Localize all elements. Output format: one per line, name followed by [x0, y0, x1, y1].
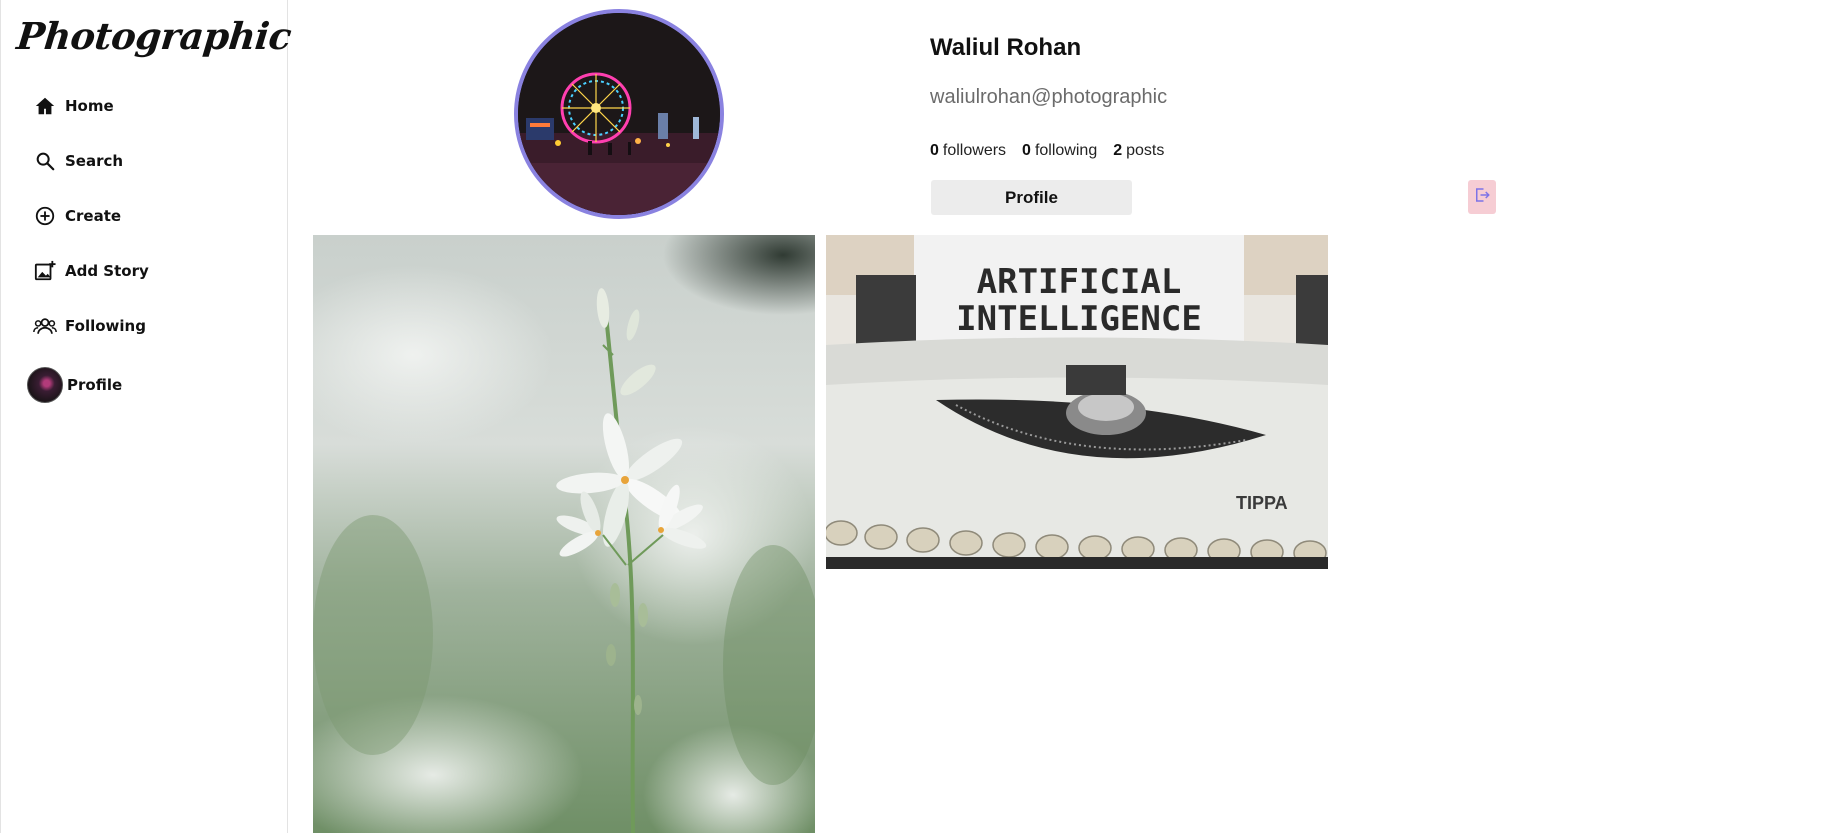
- sidebar-item-search[interactable]: Search: [33, 141, 263, 181]
- following-stat[interactable]: 0 following: [1022, 142, 1097, 160]
- sidebar-item-label: Search: [65, 152, 124, 170]
- paper-text-line2: INTELLIGENCE: [956, 299, 1202, 339]
- typewriter-brand-text: TIPPA: [1236, 493, 1288, 513]
- followers-stat[interactable]: 0 followers: [930, 142, 1006, 160]
- avatar: [27, 367, 63, 403]
- sidebar-item-label: Profile: [67, 376, 123, 394]
- posts-label: posts: [1126, 142, 1165, 159]
- home-icon: [33, 94, 57, 118]
- profile-stats: 0 followers 0 following 2 posts: [930, 142, 1164, 160]
- add-image-icon: [33, 259, 57, 283]
- sidebar-item-label: Following: [65, 317, 146, 335]
- profile-button[interactable]: Profile: [931, 180, 1132, 215]
- sidebar-item-add-story[interactable]: Add Story: [33, 251, 263, 291]
- followers-label: followers: [942, 142, 1007, 159]
- people-icon: [33, 314, 57, 338]
- profile-avatar[interactable]: [514, 9, 724, 219]
- paper-text-line1: ARTIFICIAL: [977, 262, 1182, 302]
- sidebar-item-create[interactable]: Create: [33, 196, 263, 236]
- post-thumbnail[interactable]: [313, 235, 815, 833]
- logout-button[interactable]: [1468, 180, 1496, 214]
- following-count: 0: [1022, 142, 1031, 159]
- ferris-wheel-photo: [518, 13, 720, 215]
- profile-handle: waliulrohan@photographic: [930, 86, 1168, 108]
- typewriter-photo: ARTIFICIAL INTELLIGENCE TIPPA: [826, 235, 1328, 569]
- app-logo[interactable]: Photographic: [15, 14, 293, 58]
- profile-name: Waliul Rohan: [930, 34, 1082, 61]
- followers-count: 0: [930, 142, 939, 159]
- following-label: following: [1034, 142, 1098, 159]
- sidebar-item-label: Home: [65, 97, 114, 115]
- sidebar-item-following[interactable]: Following: [33, 306, 263, 346]
- lily-flower-photo: [313, 235, 815, 833]
- logout-icon: [1473, 186, 1491, 208]
- sidebar-item-label: Add Story: [65, 262, 149, 280]
- plus-circle-icon: [33, 204, 57, 228]
- post-thumbnail[interactable]: ARTIFICIAL INTELLIGENCE TIPPA: [826, 235, 1328, 569]
- sidebar-item-home[interactable]: Home: [33, 86, 263, 126]
- posts-count: 2: [1113, 142, 1123, 159]
- search-icon: [33, 149, 57, 173]
- posts-stat: 2 posts: [1113, 142, 1164, 160]
- sidebar-item-profile[interactable]: Profile: [27, 365, 263, 405]
- sidebar-item-label: Create: [65, 207, 122, 225]
- sidebar: Photographic Home Search Create Add Stor…: [0, 0, 293, 833]
